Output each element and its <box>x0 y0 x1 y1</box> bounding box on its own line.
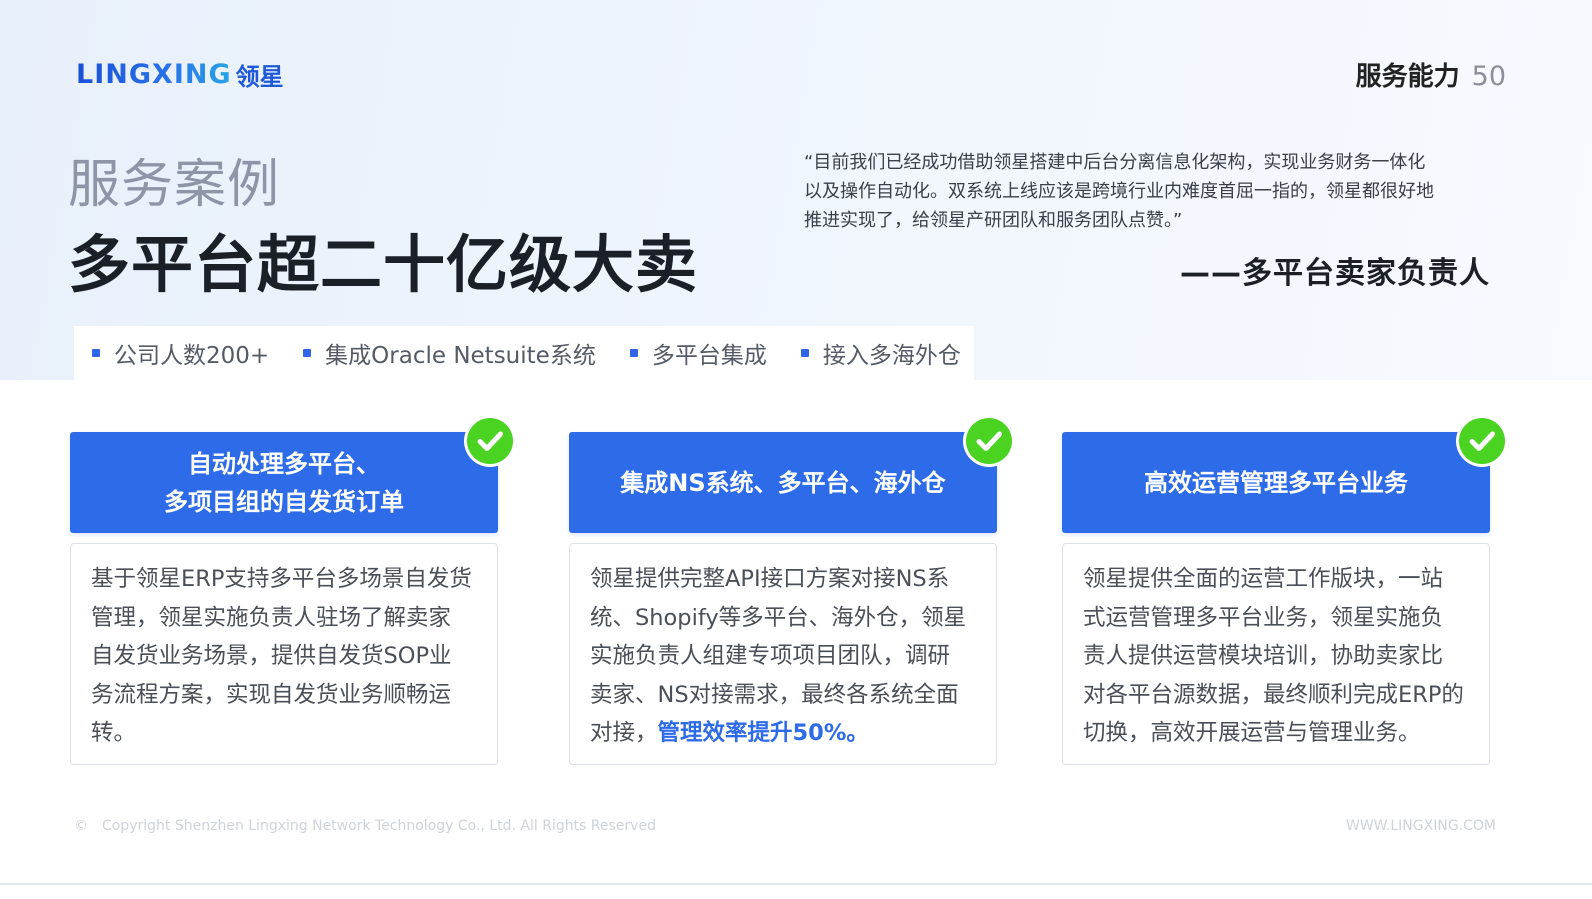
quote-line: “目前我们已经成功借助领星搭建中后台分离信息化架构，实现业务财务一体化 <box>804 152 1426 173</box>
feature-tag: 公司人数200+ <box>92 336 269 370</box>
card-body-line: 对各平台源数据，最终顺利完成ERP的 <box>1083 681 1464 708</box>
footer-website: WWW.LINGXING.COM <box>1346 818 1496 834</box>
quote-line: 推进实现了，给领星产研团队和服务团队点赞。” <box>804 210 1183 231</box>
card-title-line: 多项目组的自发货订单 <box>164 487 404 516</box>
card-title-ns-integration: 集成NS系统、多平台、海外仓 <box>569 432 997 533</box>
bullet-square-icon <box>303 349 312 357</box>
page-number: 50 <box>1471 61 1506 92</box>
card-body-line: 管理，领星实施负责人驻场了解卖家 <box>91 604 452 631</box>
case-label: 服务案例 <box>68 155 281 215</box>
card-body-line: 责人提供运营模块培训，协助卖家比 <box>1083 643 1444 669</box>
card-body-operations: 领星提供全面的运营工作版块，一站 式运营管理多平台业务，领星实施负 责人提供运营… <box>1062 543 1490 765</box>
section-title: 服务能力 <box>1355 62 1460 92</box>
customer-quote: “目前我们已经成功借助领星搭建中后台分离信息化架构，实现业务财务一体化 以及操作… <box>804 148 1504 235</box>
card-title-operations: 高效运营管理多平台业务 <box>1062 432 1490 533</box>
feature-tag-label: 公司人数200+ <box>114 343 270 369</box>
card-body-ns-integration: 领星提供完整API接口方案对接NS系 统、Shopify等多平台、海外仓，领星 … <box>569 543 997 765</box>
copyright-text: Copyright Shenzhen Lingxing Network Tech… <box>102 818 656 834</box>
copyright-icon: © <box>74 818 88 834</box>
feature-tag: 多平台集成 <box>629 336 767 370</box>
feature-tag-bar: 公司人数200+ 集成Oracle Netsuite系统 多平台集成 接入多海外… <box>74 326 974 380</box>
checkmark-icon <box>966 418 1012 464</box>
card-title-auto-orders: 自动处理多平台、 多项目组的自发货订单 <box>70 432 498 533</box>
logo-chinese: 领星 <box>235 62 284 91</box>
checkmark-icon <box>467 418 513 464</box>
footer-copyright: © Copyright Shenzhen Lingxing Network Tec… <box>74 818 656 834</box>
card-body-line: 自发货业务场景，提供自发货SOP业 <box>91 643 452 669</box>
quote-author: ——多平台卖家负责人 <box>1180 256 1490 291</box>
bullet-square-icon <box>629 349 638 357</box>
card-title-line: 集成NS系统、多平台、海外仓 <box>620 468 946 497</box>
card-title-line: 高效运营管理多平台业务 <box>1144 468 1408 497</box>
checkmark-icon <box>1459 418 1505 464</box>
efficiency-highlight: 管理效率提升50%。 <box>657 720 869 746</box>
feature-tag: 接入多海外仓 <box>800 336 961 370</box>
card-title-line: 自动处理多平台、 <box>188 449 380 478</box>
card-body-line: 切换，高效开展运营与管理业务。 <box>1083 720 1421 746</box>
card-body-line: 领星提供全面的运营工作版块，一站 <box>1083 566 1444 592</box>
feature-tag-label: 接入多海外仓 <box>822 343 961 369</box>
card-body-line: 卖家、NS对接需求，最终各系统全面 <box>590 681 959 708</box>
card-body-line: 基于领星ERP支持多平台多场景自发货 <box>91 566 472 592</box>
card-body-line: 领星提供完整API接口方案对接NS系 <box>590 566 950 592</box>
section-label: 服务能力 50 <box>1356 56 1506 96</box>
card-body-line: 式运营管理多平台业务，领星实施负 <box>1083 604 1444 631</box>
card-body-text: 对接， <box>590 720 658 746</box>
card-body-line: 转。 <box>91 720 137 746</box>
card-body-line-last: 对接，管理效率提升50%。 <box>590 714 976 753</box>
lingxing-logo: LINGXING 领星 <box>76 56 284 92</box>
feature-tag: 集成Oracle Netsuite系统 <box>303 336 596 370</box>
quote-line: 以及操作自动化。双系统上线应该是跨境行业内难度首屈一指的，领星都很好地 <box>804 181 1434 202</box>
card-body-line: 统、Shopify等多平台、海外仓，领星 <box>590 604 967 631</box>
logo-wordmark: LINGXING <box>76 58 232 90</box>
feature-tag-label: 集成Oracle Netsuite系统 <box>325 343 596 369</box>
card-body-line: 实施负责人组建专项项目团队，调研 <box>590 643 951 669</box>
bullet-square-icon <box>92 349 100 357</box>
card-body-auto-orders: 基于领星ERP支持多平台多场景自发货 管理，领星实施负责人驻场了解卖家 自发货业… <box>70 543 498 765</box>
card-body-line: 务流程方案，实现自发货业务顺畅运 <box>91 681 452 708</box>
case-title: 多平台超二十亿级大卖 <box>68 228 699 301</box>
bottom-divider <box>0 883 1592 885</box>
bullet-square-icon <box>800 349 809 357</box>
feature-tag-label: 多平台集成 <box>651 343 767 369</box>
